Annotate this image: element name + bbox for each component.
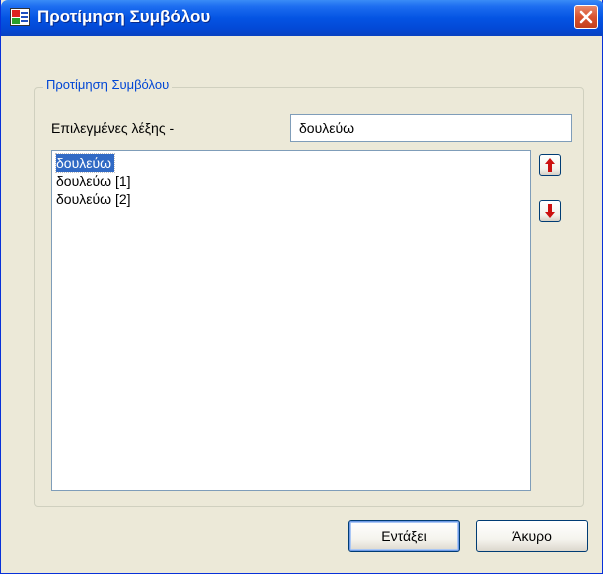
ok-button[interactable]: Εντάξει: [348, 520, 460, 552]
list-item[interactable]: δουλεύω [2]: [54, 190, 528, 208]
move-up-button[interactable]: [539, 154, 561, 176]
selected-word-input[interactable]: δουλεύω: [290, 114, 572, 142]
list-item[interactable]: δουλεύω: [54, 153, 528, 173]
list-item[interactable]: δουλεύω [1]: [54, 172, 528, 190]
close-icon: [579, 10, 593, 24]
window-title: Προτίμηση Συμβόλου: [37, 7, 211, 26]
title-bar[interactable]: Προτίμηση Συμβόλου: [1, 0, 603, 36]
cancel-button[interactable]: Άκυρο: [476, 520, 588, 552]
group-label: Προτίμηση Συμβόλου: [43, 77, 173, 92]
variant-listbox[interactable]: δουλεύω δουλεύω [1] δουλεύω [2]: [51, 150, 531, 491]
close-button[interactable]: [574, 5, 598, 29]
arrow-down-icon: [545, 204, 555, 218]
arrow-up-icon: [545, 158, 555, 172]
move-down-button[interactable]: [539, 200, 561, 222]
selected-word-label: Επιλεγμένες λέξης -: [51, 120, 175, 136]
dialog-window: Προτίμηση Συμβόλου Προτίμηση Συμβόλου Επ…: [0, 0, 603, 574]
app-window-icon: [10, 8, 30, 26]
